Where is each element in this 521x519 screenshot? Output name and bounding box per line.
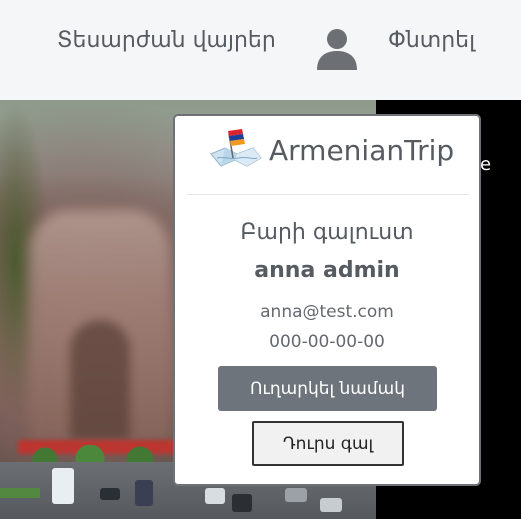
logout-button[interactable]: Դուրս գալ	[252, 421, 404, 466]
user-dropdown: ArmenianTrip Բարի գալուստ anna admin ann…	[173, 114, 481, 486]
nav-link-search[interactable]: Փնտրել	[388, 28, 475, 53]
top-navbar: Տեսարժան վայրեր Փնտրել	[0, 0, 521, 100]
hero-caption: e	[480, 154, 492, 175]
map-flag-logo-icon	[209, 128, 263, 170]
brand-name: ArmenianTrip	[269, 134, 455, 167]
brand-link[interactable]: ArmenianTrip	[209, 128, 459, 172]
user-email: anna@test.com	[260, 302, 394, 322]
user-phone: 000-00-00-00	[269, 332, 385, 352]
send-message-button[interactable]: Ուղարկել նամակ	[218, 366, 437, 411]
divider	[187, 194, 469, 195]
nav-link-places[interactable]: Տեսարժան վայրեր	[57, 28, 276, 53]
welcome-text: Բարի գալուստ	[240, 220, 414, 245]
page: Տեսարժան վայրեր Փնտրել e ArmenianTrip Բա…	[0, 0, 521, 519]
user-name: anna admin	[254, 258, 400, 283]
user-icon[interactable]	[314, 26, 360, 72]
